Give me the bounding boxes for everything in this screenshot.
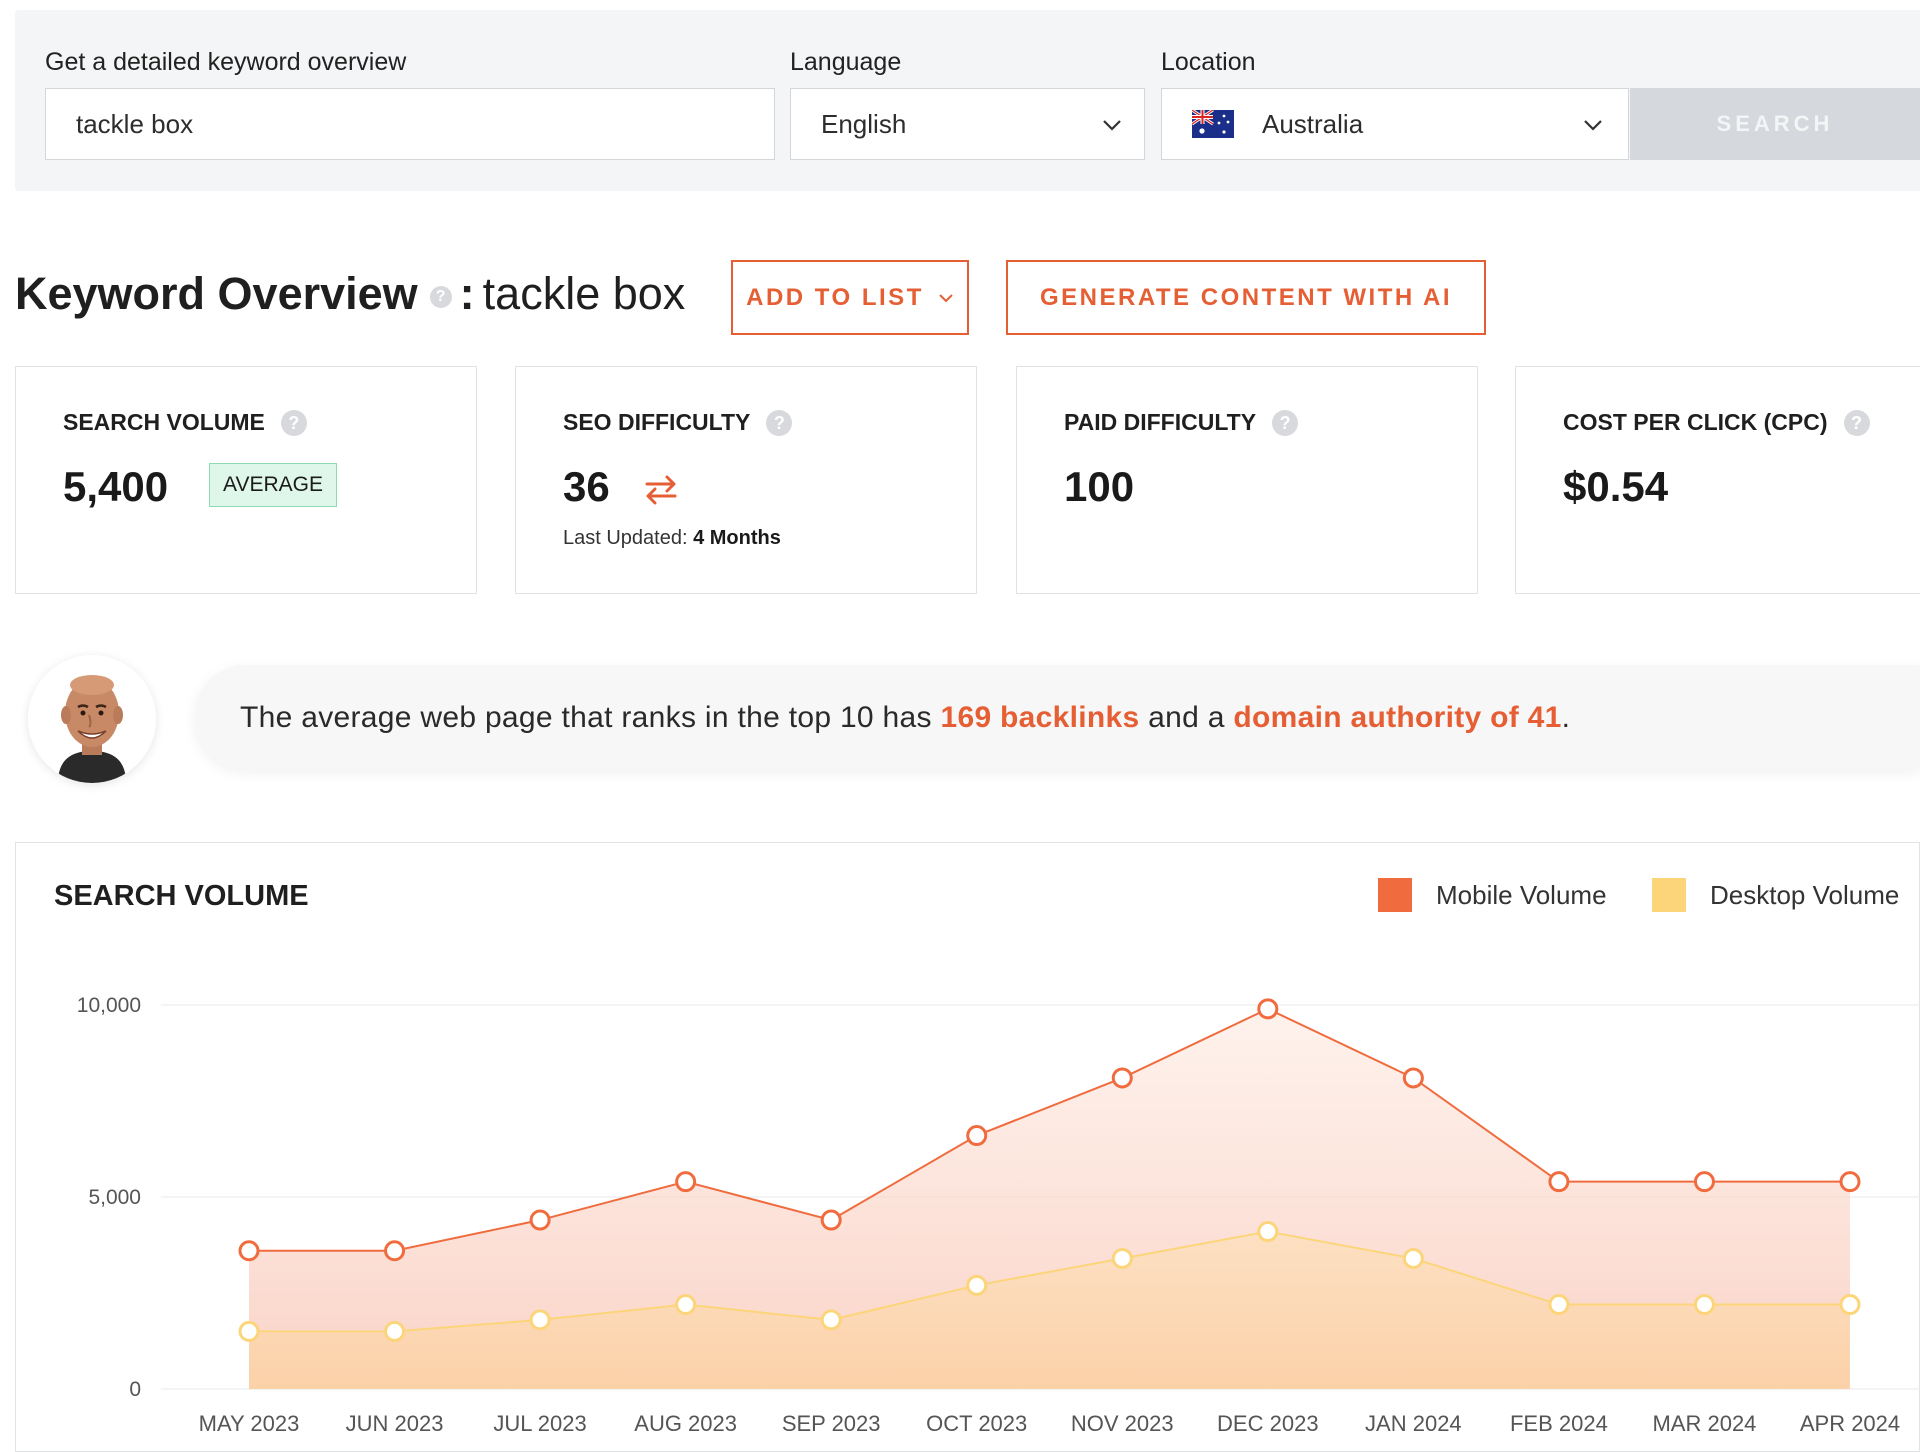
x-tick-label: FEB 2024 (1510, 1411, 1608, 1436)
x-tick-label: OCT 2023 (926, 1411, 1027, 1436)
x-tick-label: APR 2024 (1800, 1411, 1900, 1436)
help-icon[interactable]: ? (280, 409, 307, 436)
location-field-label: Location (1161, 48, 1256, 76)
language-field-label: Language (790, 48, 902, 76)
title-keyword: tackle box (482, 268, 686, 319)
help-icon[interactable]: ? (429, 286, 452, 308)
insight-authority: domain authority of 41 (1233, 701, 1562, 734)
data-point (675, 1171, 697, 1193)
search-volume-card: SEARCH VOLUME ? 5,400 AVERAGE (15, 366, 477, 594)
data-point (1111, 1067, 1133, 1089)
seo-difficulty-title: SEO DIFFICULTY ? (563, 409, 793, 436)
data-point (1548, 1294, 1570, 1316)
search-button[interactable]: SEARCH (1630, 88, 1920, 160)
data-point (820, 1209, 842, 1231)
data-point (1693, 1294, 1715, 1316)
y-tick-label: 10,000 (77, 994, 141, 1017)
search-volume-chart: SEARCH VOLUME Mobile Volume Desktop Volu… (15, 842, 1920, 1452)
page-title-text: Keyword Overview (15, 268, 418, 319)
last-updated-value: 4 Months (693, 527, 781, 549)
x-tick-label: SEP 2023 (782, 1411, 881, 1436)
language-select-value: English (821, 108, 907, 139)
seo-difficulty-value: 36 (563, 463, 610, 510)
keyword-input[interactable] (45, 88, 775, 160)
x-tick-label: JUN 2023 (346, 1411, 444, 1436)
data-point (238, 1240, 260, 1262)
location-select-value: Australia (1262, 108, 1364, 139)
cpc-card: COST PER CLICK (CPC) ? $0.54 (1515, 366, 1920, 594)
data-point (529, 1209, 551, 1231)
insight-part3: . (1561, 701, 1571, 734)
chevron-down-icon (939, 293, 953, 302)
data-point (820, 1309, 842, 1331)
data-point (966, 1274, 988, 1296)
data-point (384, 1320, 406, 1342)
data-point (1111, 1247, 1133, 1269)
help-icon[interactable]: ? (766, 409, 793, 436)
cpc-value: $0.54 (1563, 463, 1669, 510)
insight-backlinks: 169 backlinks (940, 701, 1140, 734)
data-point (1839, 1294, 1861, 1316)
seo-difficulty-label: SEO DIFFICULTY (563, 409, 751, 435)
y-tick-label: 5,000 (88, 1186, 141, 1209)
data-point (1548, 1171, 1570, 1193)
data-point (1839, 1171, 1861, 1193)
x-tick-label: MAR 2024 (1652, 1411, 1756, 1436)
x-tick-label: JAN 2024 (1365, 1411, 1462, 1436)
insight-banner: The average web page that ranks in the t… (195, 665, 1920, 769)
insight-part1: The average web page that ranks in the t… (240, 701, 941, 734)
data-point (966, 1125, 988, 1147)
data-point (1257, 1221, 1279, 1243)
add-to-list-button[interactable]: ADD TO LIST (731, 260, 969, 335)
insight-text: The average web page that ranks in the t… (240, 701, 1570, 735)
keyword-field-label: Get a detailed keyword overview (45, 48, 407, 76)
language-select[interactable]: English (790, 88, 1145, 160)
paid-difficulty-label: PAID DIFFICULTY (1064, 409, 1257, 435)
area-chart: 0 5,000 10,000 MAY 2023 JUN 2023 JUL 2023 AUG … (77, 994, 1920, 1436)
chevron-down-icon (1584, 120, 1602, 131)
refresh-icon[interactable] (641, 469, 681, 509)
data-point (238, 1320, 260, 1342)
last-updated-prefix: Last Updated: (563, 527, 688, 549)
keyword-search-panel: Get a detailed keyword overview Language… (15, 10, 1920, 191)
paid-difficulty-title: PAID DIFFICULTY ? (1064, 409, 1299, 436)
data-point (1257, 998, 1279, 1020)
avatar (28, 655, 156, 783)
x-tick-label: JUL 2023 (493, 1411, 586, 1436)
help-icon[interactable]: ? (1843, 409, 1870, 436)
data-point (384, 1240, 406, 1262)
cpc-label: COST PER CLICK (CPC) (1563, 409, 1828, 435)
person-portrait-icon (28, 655, 156, 783)
generate-content-button[interactable]: GENERATE CONTENT WITH AI (1006, 260, 1486, 335)
volume-status-badge: AVERAGE (209, 463, 337, 507)
data-point (1402, 1247, 1424, 1269)
paid-difficulty-value: 100 (1064, 463, 1135, 510)
insight-part2: and a (1139, 701, 1234, 734)
australia-flag-icon (1192, 110, 1234, 138)
x-tick-label: AUG 2023 (634, 1411, 737, 1436)
location-select[interactable]: Australia (1161, 88, 1629, 160)
title-colon: : (459, 268, 475, 319)
add-to-list-label: ADD TO LIST (746, 283, 924, 311)
data-point (1693, 1171, 1715, 1193)
paid-difficulty-card: PAID DIFFICULTY ? 100 (1016, 366, 1478, 594)
help-icon[interactable]: ? (1272, 409, 1299, 436)
cpc-title: COST PER CLICK (CPC) ? (1563, 409, 1870, 436)
search-volume-value: 5,400 (63, 463, 169, 510)
x-tick-label: DEC 2023 (1217, 1411, 1319, 1436)
data-point (529, 1309, 551, 1331)
last-updated: Last Updated: 4 Months (563, 527, 781, 550)
chevron-down-icon (1103, 120, 1121, 131)
x-tick-label: NOV 2023 (1071, 1411, 1174, 1436)
seo-difficulty-card: SEO DIFFICULTY ? 36 Last Updated: 4 Mont… (515, 366, 977, 594)
y-tick-label: 0 (129, 1378, 141, 1401)
x-tick-label: MAY 2023 (199, 1411, 300, 1436)
data-point (675, 1294, 697, 1316)
search-volume-label: SEARCH VOLUME (63, 409, 265, 435)
data-point (1402, 1067, 1424, 1089)
search-volume-title: SEARCH VOLUME ? (63, 409, 307, 436)
generate-content-label: GENERATE CONTENT WITH AI (1040, 283, 1452, 311)
page-title: Keyword Overview ? : tackle box (15, 268, 685, 320)
